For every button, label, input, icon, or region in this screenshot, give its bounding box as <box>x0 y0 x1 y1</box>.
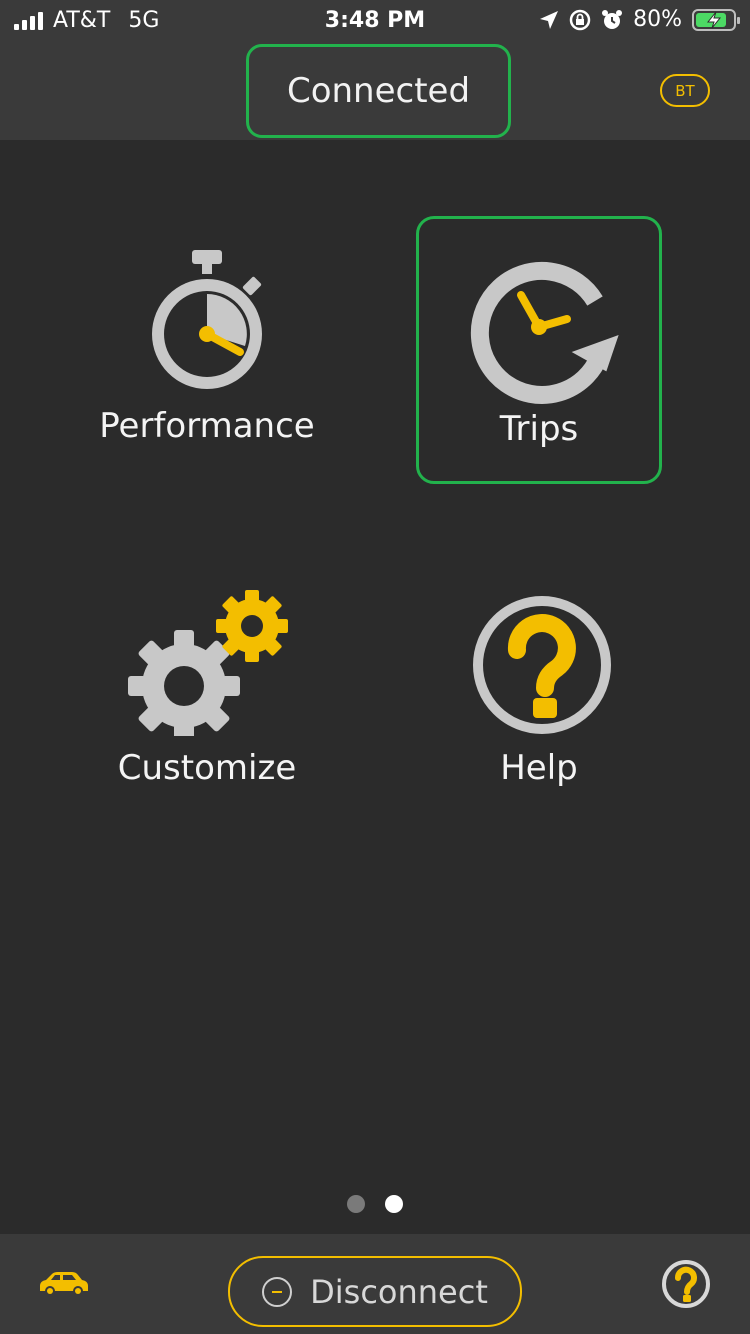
tile-help[interactable]: Help <box>416 568 662 836</box>
tile-performance[interactable]: Performance <box>84 216 330 484</box>
help-icon[interactable] <box>660 1258 712 1310</box>
battery-charging-icon <box>692 8 740 31</box>
disconnect-button[interactable]: Disconnect <box>228 1256 522 1327</box>
location-arrow-icon <box>540 10 559 29</box>
connection-status-button[interactable]: Connected <box>246 44 511 138</box>
tile-label: Help <box>500 748 578 788</box>
status-right: 80% <box>539 7 740 32</box>
tile-label: Customize <box>117 748 297 788</box>
page-dot[interactable] <box>347 1195 365 1213</box>
disconnect-label: Disconnect <box>310 1272 488 1311</box>
battery-percent: 80% <box>633 7 682 32</box>
tile-trips[interactable]: Trips <box>416 216 662 484</box>
status-bar: AT&T 5G 3:48 PM 80% <box>0 0 750 42</box>
stopwatch-icon <box>152 250 262 389</box>
question-circle-icon <box>473 596 611 734</box>
bluetooth-badge[interactable]: BT <box>660 74 710 107</box>
page-dot-active[interactable] <box>385 1195 403 1213</box>
alarm-icon <box>602 9 623 29</box>
gears-icon <box>128 590 288 736</box>
tile-label: Trips <box>499 409 579 449</box>
page-indicator <box>0 1195 750 1213</box>
car-icon[interactable] <box>36 1270 92 1298</box>
minus-circle-icon <box>262 1276 293 1307</box>
tile-label: Performance <box>99 406 315 446</box>
clock-refresh-icon <box>470 261 619 404</box>
tile-customize[interactable]: Customize <box>84 568 330 836</box>
rotation-lock-icon <box>569 9 591 30</box>
